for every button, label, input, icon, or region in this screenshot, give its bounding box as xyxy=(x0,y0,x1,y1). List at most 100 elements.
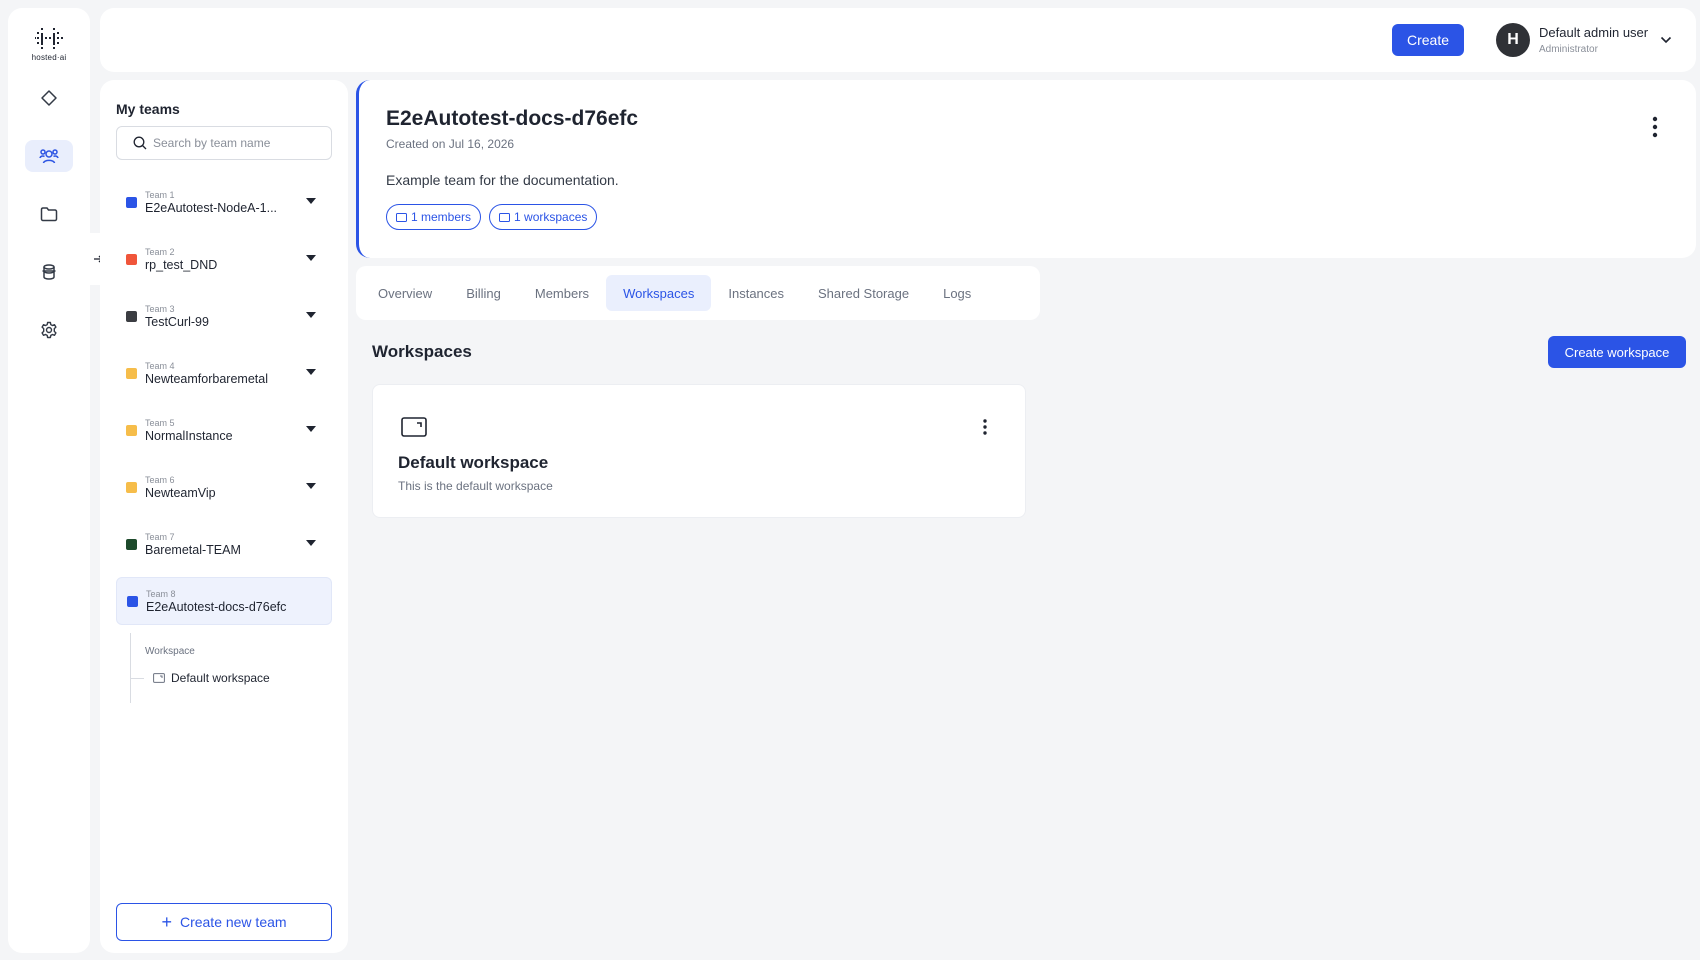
tab-members[interactable]: Members xyxy=(518,275,606,311)
caret-down-icon[interactable] xyxy=(306,540,316,546)
tab-overview[interactable]: Overview xyxy=(361,275,449,311)
team-item-1[interactable]: Team 1 E2eAutotest-NodeA-1... xyxy=(116,178,332,226)
nav-dashboard-button[interactable] xyxy=(25,82,73,114)
nav-storage-button[interactable] xyxy=(25,256,73,288)
create-new-team-label: Create new team xyxy=(179,914,287,930)
team-description: Example team for the documentation. xyxy=(386,172,619,188)
team-color-swatch xyxy=(126,481,137,493)
team-color-swatch xyxy=(126,196,137,208)
folder-icon xyxy=(40,207,58,222)
team-name: E2eAutotest-NodeA-1... xyxy=(145,200,278,215)
team-color-swatch xyxy=(126,367,137,379)
plus-icon: + xyxy=(161,912,172,932)
team-name: Baremetal-TEAM xyxy=(145,542,241,557)
user-info: Default admin user Administrator xyxy=(1539,25,1648,55)
workspace-icon xyxy=(153,673,165,683)
create-workspace-button[interactable]: Create workspace xyxy=(1548,336,1686,368)
tab-workspaces[interactable]: Workspaces xyxy=(606,275,712,311)
section-title: Workspaces xyxy=(372,342,472,361)
team-stats: 1 members 1 workspaces xyxy=(386,204,605,230)
teams-title: My teams xyxy=(116,101,180,117)
nav-folders-button[interactable] xyxy=(25,198,73,230)
caret-down-icon[interactable] xyxy=(306,369,316,375)
create-new-team-button[interactable]: + Create new team xyxy=(116,903,332,941)
members-count: 1 members xyxy=(411,210,472,224)
team-tabs: Overview Billing Members Workspaces Inst… xyxy=(356,266,1040,320)
workspace-label: Workspace xyxy=(145,646,195,657)
team-number: Team 6 xyxy=(145,474,175,485)
caret-down-icon[interactable] xyxy=(306,426,316,432)
user-menu[interactable]: H Default admin user Administrator xyxy=(1496,23,1672,57)
database-icon xyxy=(42,264,56,280)
team-item-8[interactable]: Team 8 E2eAutotest-docs-d76efc xyxy=(116,577,332,625)
app-logo[interactable]: hosted·ai xyxy=(32,26,67,62)
members-icon xyxy=(396,212,407,222)
team-item-5[interactable]: Team 5 NormalInstance xyxy=(116,406,332,454)
workspaces-chip[interactable]: 1 workspaces xyxy=(489,204,598,230)
tab-billing[interactable]: Billing xyxy=(449,275,518,311)
members-chip[interactable]: 1 members xyxy=(386,204,482,230)
team-color-swatch xyxy=(126,538,137,550)
workspaces-count: 1 workspaces xyxy=(514,210,588,224)
tab-instances[interactable]: Instances xyxy=(711,275,801,311)
top-bar: Create H Default admin user Administrato… xyxy=(100,8,1696,72)
team-name: TestCurl-99 xyxy=(145,314,209,329)
teams-panel: My teams Team 1 E2eAutotest-NodeA-1... T… xyxy=(100,80,348,953)
team-item-6[interactable]: Team 6 NewteamVip xyxy=(116,463,332,511)
workspace-card[interactable]: Default workspace This is the default wo… xyxy=(372,384,1026,518)
team-name: NormalInstance xyxy=(145,428,233,443)
logo-text: hosted·ai xyxy=(31,53,67,62)
team-number: Team 4 xyxy=(145,360,175,371)
tree-line xyxy=(130,633,131,703)
team-name: E2eAutotest-docs-d76efc xyxy=(146,599,287,614)
more-options-icon[interactable] xyxy=(983,419,987,435)
left-rail: hosted·ai xyxy=(8,8,90,953)
team-color-swatch xyxy=(126,253,137,265)
team-item-2[interactable]: Team 2 rp_test_DND xyxy=(116,235,332,283)
more-options-icon[interactable] xyxy=(1652,116,1658,138)
avatar: H xyxy=(1496,23,1530,57)
workspace-tree-item[interactable]: Default workspace xyxy=(130,671,270,685)
nav-settings-button[interactable] xyxy=(25,314,73,346)
team-number: Team 5 xyxy=(145,417,175,428)
team-search[interactable] xyxy=(116,126,332,160)
tab-shared-storage[interactable]: Shared Storage xyxy=(801,275,926,311)
team-name: Newteamforbaremetal xyxy=(145,371,268,386)
team-number: Team 1 xyxy=(145,189,175,200)
gear-icon xyxy=(41,321,57,339)
team-header-card: E2eAutotest-docs-d76efc Created on Jul 1… xyxy=(356,80,1696,258)
user-name: Default admin user xyxy=(1539,25,1649,40)
team-number: Team 3 xyxy=(145,303,175,314)
team-title: E2eAutotest-docs-d76efc xyxy=(386,107,639,130)
team-item-3[interactable]: Team 3 TestCurl-99 xyxy=(116,292,332,340)
search-input[interactable] xyxy=(153,136,323,150)
caret-down-icon[interactable] xyxy=(306,312,316,318)
team-color-swatch xyxy=(126,424,137,436)
team-color-swatch xyxy=(126,310,137,322)
team-name: rp_test_DND xyxy=(145,257,218,272)
nav-teams-button[interactable] xyxy=(25,140,73,172)
workspace-name: Default workspace xyxy=(171,671,270,685)
workspace-tree: Workspace Default workspace xyxy=(116,633,332,703)
team-list: Team 1 E2eAutotest-NodeA-1... Team 2 rp_… xyxy=(116,178,332,703)
user-role: Administrator xyxy=(1539,44,1598,55)
tree-branch xyxy=(130,677,144,679)
team-icon xyxy=(39,149,59,164)
team-number: Team 8 xyxy=(146,588,176,599)
caret-down-icon[interactable] xyxy=(306,198,316,204)
team-color-swatch xyxy=(127,595,138,607)
workspace-title: Default workspace xyxy=(398,453,549,472)
workspace-icon xyxy=(401,417,427,437)
team-number: Team 7 xyxy=(145,531,175,542)
caret-down-icon[interactable] xyxy=(306,255,316,261)
team-item-4[interactable]: Team 4 Newteamforbaremetal xyxy=(116,349,332,397)
caret-down-icon[interactable] xyxy=(306,483,316,489)
tab-logs[interactable]: Logs xyxy=(926,275,988,311)
search-icon xyxy=(133,136,147,150)
team-item-7[interactable]: Team 7 Baremetal-TEAM xyxy=(116,520,332,568)
team-number: Team 2 xyxy=(145,246,175,257)
team-created-date: Created on Jul 16, 2026 xyxy=(386,137,515,151)
create-button[interactable]: Create xyxy=(1392,24,1464,56)
logo-icon xyxy=(35,28,63,49)
team-name: NewteamVip xyxy=(145,485,216,500)
